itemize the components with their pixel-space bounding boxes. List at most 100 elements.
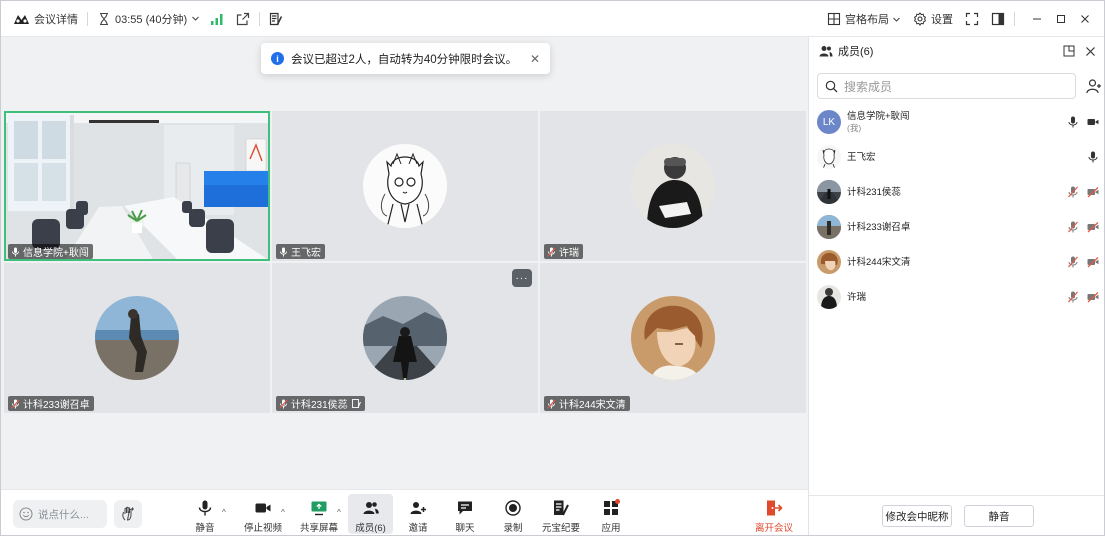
close-icon[interactable]	[1085, 46, 1096, 57]
toast-close-button[interactable]: ✕	[530, 52, 540, 66]
camera-off-icon[interactable]	[1087, 186, 1099, 198]
divider	[259, 11, 261, 26]
avatar	[95, 296, 179, 380]
member-list-item[interactable]: 计科231侯蕊	[817, 177, 1099, 207]
minimize-icon	[1033, 18, 1041, 20]
member-self-tag: (我)	[847, 122, 862, 133]
avatar	[817, 250, 841, 274]
settings-button[interactable]: 设置	[913, 1, 953, 37]
raise-hand-button[interactable]	[114, 500, 142, 528]
toast-message: 会议已超过2人，自动转为40分钟限时会议。	[291, 53, 518, 66]
person-avatar-image	[631, 144, 715, 228]
video-tile[interactable]: 计科244宋文清	[540, 263, 806, 413]
avatar	[817, 285, 841, 309]
microphone-muted-icon	[547, 399, 556, 408]
maximize-button[interactable]	[1050, 8, 1072, 30]
quick-chat-input[interactable]: 说点什么...	[13, 500, 107, 528]
share-options-chevron[interactable]: ^	[337, 508, 341, 517]
add-member-button[interactable]	[1081, 73, 1104, 99]
apps-button[interactable]: 应用	[597, 494, 625, 534]
avatar	[817, 215, 841, 239]
meeting-details-button[interactable]: 会议详情	[13, 1, 78, 37]
avatar	[363, 144, 447, 228]
share-screen-button[interactable]: 共享屏幕	[299, 494, 339, 534]
microphone-muted-icon[interactable]	[1067, 256, 1079, 268]
toggle-sidebar-button[interactable]	[991, 1, 1005, 37]
layout-switch-button[interactable]: 宫格布局	[827, 1, 901, 37]
share-screen-icon	[311, 501, 327, 516]
member-list-item[interactable]: 许瑞	[817, 282, 1099, 312]
camera-icon[interactable]	[1087, 116, 1099, 128]
member-search-input[interactable]: 搜索成员	[817, 73, 1076, 99]
video-tile[interactable]: 许瑞	[540, 111, 806, 261]
member-list-item[interactable]: 计科233谢召卓	[817, 212, 1099, 242]
record-label: 录制	[503, 523, 523, 534]
meeting-details-label: 会议详情	[34, 13, 78, 26]
network-signal[interactable]	[210, 1, 224, 37]
avatar	[817, 180, 841, 204]
video-stage: i 会议已超过2人，自动转为40分钟限时会议。 ✕ 信息学院+耿闯 王飞宏 许瑞…	[1, 37, 808, 489]
invite-user-icon	[410, 502, 426, 514]
avatar	[631, 144, 715, 228]
tencent-meeting-logo-icon	[14, 14, 29, 24]
mute-all-label: 静音	[988, 510, 1010, 523]
video-tile[interactable]: ··· 计科231侯蕊	[272, 263, 538, 413]
member-list-item[interactable]: 王飞宏	[817, 142, 1099, 172]
microphone-icon[interactable]	[1087, 151, 1099, 163]
camera-off-icon[interactable]	[1087, 256, 1099, 268]
microphone-muted-icon	[11, 399, 20, 408]
popout-window-icon[interactable]	[1063, 45, 1075, 57]
invite-button[interactable]: 邀请	[403, 494, 433, 534]
participant-name: 计科231侯蕊	[291, 400, 348, 411]
share-link-button[interactable]	[236, 1, 250, 37]
mute-button[interactable]: 静音	[191, 494, 219, 534]
info-icon: i	[271, 52, 284, 65]
divider	[87, 11, 88, 26]
members-button[interactable]: 成员(6)	[348, 494, 393, 534]
member-list-item[interactable]: 计科244宋文清	[817, 247, 1099, 277]
participant-name: 许瑞	[559, 248, 579, 259]
microphone-muted-icon[interactable]	[1067, 186, 1079, 198]
search-icon	[825, 80, 838, 92]
microphone-muted-icon[interactable]	[1067, 221, 1079, 233]
anime-avatar-image	[631, 296, 715, 380]
record-icon	[505, 500, 521, 516]
yuanbao-notes-button[interactable]: 元宝纪要	[541, 494, 581, 534]
member-list-item[interactable]: LK 信息学院+耿闯 (我)	[817, 107, 1099, 137]
microphone-muted-icon[interactable]	[1067, 291, 1079, 303]
sidebar-panel-icon	[991, 12, 1005, 26]
record-button[interactable]: 录制	[499, 494, 527, 534]
participant-name: 计科244宋文清	[559, 400, 626, 411]
ai-notes-button[interactable]	[269, 1, 283, 37]
camera-off-icon[interactable]	[1087, 291, 1099, 303]
leave-meeting-label: 离开会议	[754, 523, 793, 534]
fullscreen-button[interactable]	[965, 1, 979, 37]
stop-video-button[interactable]: 停止视频	[243, 494, 283, 534]
mute-options-chevron[interactable]: ^	[222, 508, 226, 517]
gear-icon	[913, 12, 927, 26]
members-panel-footer: 修改会中昵称 静音	[809, 495, 1104, 535]
beach-avatar-image	[817, 215, 841, 239]
close-window-button[interactable]	[1074, 8, 1096, 30]
meeting-timer[interactable]: 03:55 (40分钟)	[97, 1, 200, 37]
video-options-chevron[interactable]: ^	[281, 508, 285, 517]
member-name: 计科233谢召卓	[847, 221, 911, 233]
participant-name-tag: 计科233谢召卓	[8, 396, 94, 411]
beach-avatar-image	[95, 296, 179, 380]
mute-all-button[interactable]: 静音	[964, 505, 1034, 527]
microphone-icon	[198, 500, 212, 516]
participant-name-tag: 许瑞	[544, 244, 583, 259]
chat-button[interactable]: 聊天	[451, 494, 479, 534]
video-tile[interactable]: 王飞宏	[272, 111, 538, 261]
camera-off-icon[interactable]	[1087, 221, 1099, 233]
leave-meeting-button[interactable]: 离开会议	[753, 494, 795, 534]
conference-room-video	[4, 111, 270, 261]
meeting-window: 会议详情 03:55 (40分钟) 宫格布局 设置 i 会议已超过2人，自动转为…	[0, 0, 1105, 536]
minimize-button[interactable]	[1026, 8, 1048, 30]
video-tile[interactable]: 信息学院+耿闯	[4, 111, 270, 261]
rename-in-meeting-button[interactable]: 修改会中昵称	[882, 505, 952, 527]
member-name: 许瑞	[847, 291, 867, 303]
tile-more-options-button[interactable]: ···	[512, 269, 532, 287]
microphone-icon[interactable]	[1067, 116, 1079, 128]
video-tile[interactable]: 计科233谢召卓	[4, 263, 270, 413]
